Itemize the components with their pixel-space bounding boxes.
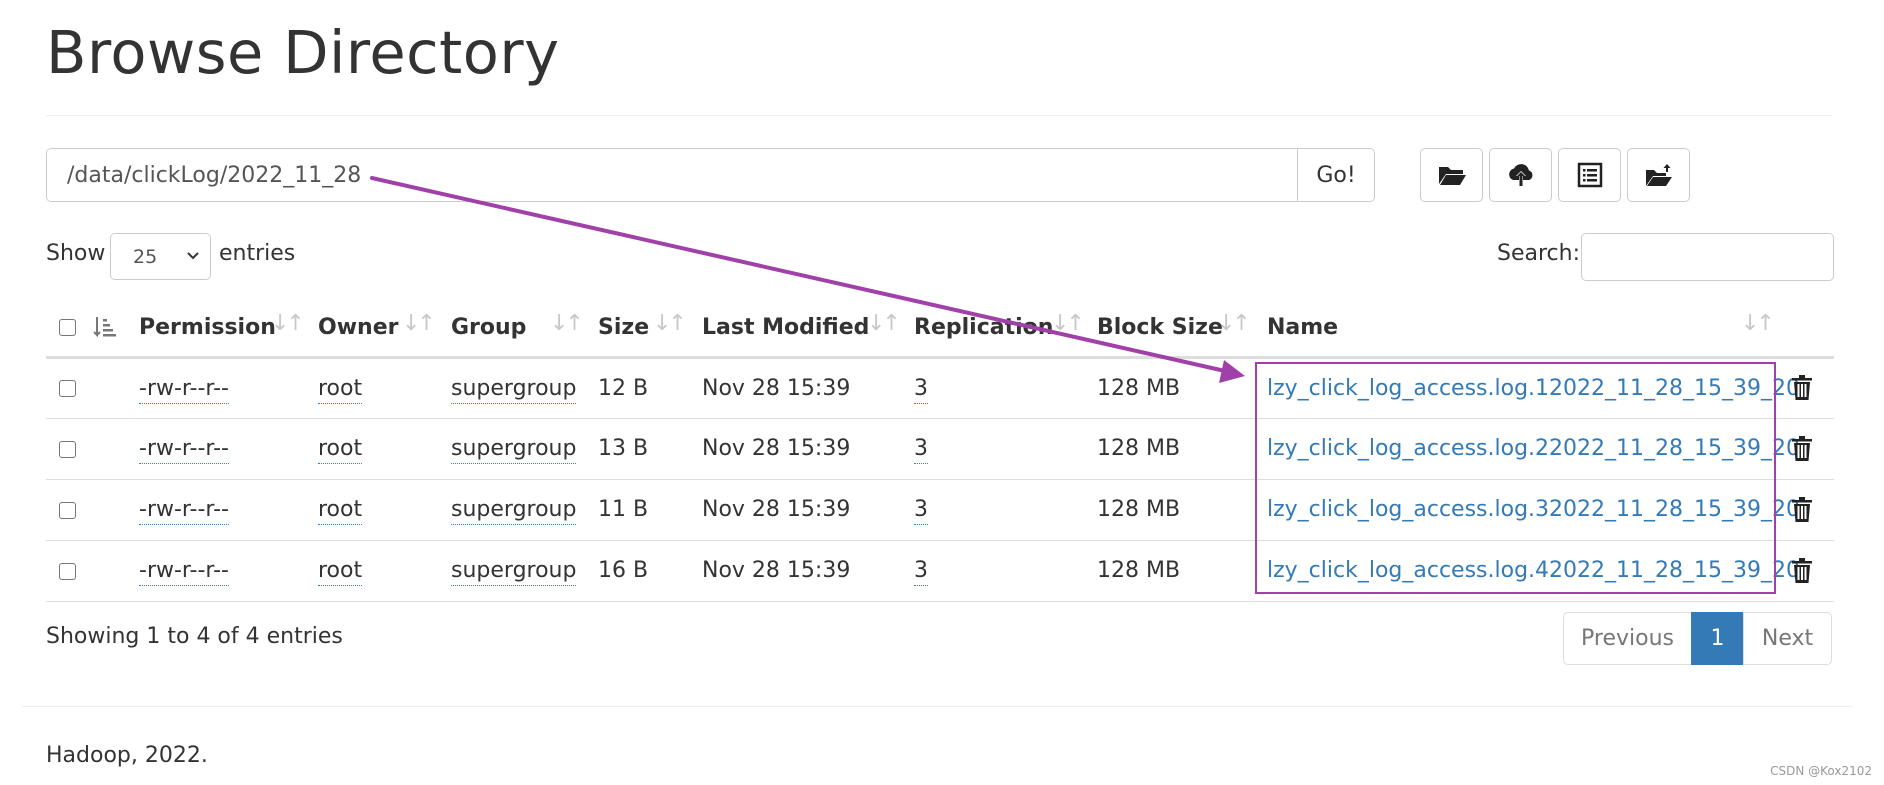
trash-icon[interactable] xyxy=(1791,375,1813,401)
go-button[interactable]: Go! xyxy=(1297,149,1374,201)
sort-icon: ↓↑ xyxy=(1051,311,1085,336)
column-header-replication[interactable]: Replication ↓↑ xyxy=(914,299,1097,357)
upload-button[interactable] xyxy=(1489,148,1552,202)
table-header-row: Permission ↓↑ Owner ↓↑ Group ↓↑ Size ↓↑ Last… xyxy=(46,299,1834,357)
sort-icon: ↓↑ xyxy=(1217,311,1251,336)
list-alt-icon xyxy=(1577,162,1602,188)
sort-amount-icon[interactable] xyxy=(92,316,118,340)
select-all-header xyxy=(46,299,139,357)
cloud-upload-icon xyxy=(1508,164,1532,186)
size-cell: 16 B xyxy=(598,558,649,583)
entries-per-page-select[interactable]: 25 xyxy=(110,233,211,280)
table-info-text: Showing 1 to 4 of 4 entries xyxy=(46,624,343,649)
size-cell: 13 B xyxy=(598,436,649,461)
block-size-cell: 128 MB xyxy=(1097,375,1181,401)
entries-per-page-value: 25 xyxy=(133,245,158,268)
permission-cell[interactable]: -rw-r--r-- xyxy=(139,558,229,586)
create-folder-button[interactable] xyxy=(1627,148,1690,202)
permission-cell[interactable]: -rw-r--r-- xyxy=(139,497,229,525)
sort-icon: ↓↑ xyxy=(402,311,436,336)
column-header-owner[interactable]: Owner ↓↑ xyxy=(318,299,451,357)
column-header-group[interactable]: Group ↓↑ xyxy=(451,299,598,357)
chevron-down-icon xyxy=(187,252,199,260)
replication-cell[interactable]: 3 xyxy=(914,558,928,586)
owner-cell[interactable]: root xyxy=(318,558,363,586)
row-checkbox[interactable] xyxy=(59,501,76,519)
annotation-highlight-box xyxy=(1255,362,1776,594)
row-checkbox[interactable] xyxy=(59,380,76,397)
group-cell[interactable]: supergroup xyxy=(451,436,577,464)
permission-cell[interactable]: -rw-r--r-- xyxy=(139,436,229,464)
owner-cell[interactable]: root xyxy=(318,497,363,525)
entries-label: entries xyxy=(219,241,296,266)
last-modified-cell: Nov 28 15:39 xyxy=(702,375,851,401)
pagination: Previous 1 Next xyxy=(1563,612,1832,665)
next-page-button[interactable]: Next xyxy=(1743,612,1832,665)
column-header-size[interactable]: Size ↓↑ xyxy=(598,299,702,357)
block-size-cell: 128 MB xyxy=(1097,436,1181,461)
trash-icon[interactable] xyxy=(1791,557,1813,584)
list-button[interactable] xyxy=(1558,148,1621,202)
watermark: CSDN @Kox2102 xyxy=(1770,764,1872,778)
owner-cell[interactable]: root xyxy=(318,375,363,404)
last-modified-cell: Nov 28 15:39 xyxy=(702,558,851,583)
footer-text: Hadoop, 2022. xyxy=(46,743,208,768)
sort-icon: ↓↑ xyxy=(1741,311,1775,336)
last-modified-cell: Nov 28 15:39 xyxy=(702,497,851,522)
sort-icon: ↓↑ xyxy=(271,311,305,336)
last-modified-cell: Nov 28 15:39 xyxy=(702,436,851,461)
replication-cell[interactable]: 3 xyxy=(914,497,928,525)
group-cell[interactable]: supergroup xyxy=(451,497,577,525)
footer-divider xyxy=(22,706,1852,707)
sort-icon: ↓↑ xyxy=(867,311,901,336)
group-cell[interactable]: supergroup xyxy=(451,375,577,404)
column-header-block-size[interactable]: Block Size ↓↑ xyxy=(1097,299,1267,357)
path-input-group: Go! xyxy=(46,148,1375,202)
trash-icon[interactable] xyxy=(1791,496,1813,523)
permission-cell[interactable]: -rw-r--r-- xyxy=(139,375,229,404)
size-cell: 11 B xyxy=(598,497,649,522)
column-header-permission[interactable]: Permission ↓↑ xyxy=(139,299,318,357)
title-divider xyxy=(46,115,1832,116)
select-all-checkbox[interactable] xyxy=(59,319,76,337)
folder-open-icon xyxy=(1438,167,1466,185)
column-header-actions xyxy=(1779,299,1834,357)
trash-icon[interactable] xyxy=(1791,435,1813,462)
owner-cell[interactable]: root xyxy=(318,436,363,464)
page-title: Browse Directory xyxy=(46,18,560,87)
block-size-cell: 128 MB xyxy=(1097,497,1181,522)
sort-icon: ↓↑ xyxy=(653,311,687,336)
current-page-button[interactable]: 1 xyxy=(1691,612,1744,665)
size-cell: 12 B xyxy=(598,375,649,401)
search-input[interactable] xyxy=(1581,233,1834,281)
column-header-name[interactable]: Name ↓↑ xyxy=(1267,299,1779,357)
block-size-cell: 128 MB xyxy=(1097,558,1181,583)
folder-open-button[interactable] xyxy=(1420,148,1483,202)
previous-page-button[interactable]: Previous xyxy=(1563,612,1692,665)
group-cell[interactable]: supergroup xyxy=(451,558,577,586)
row-checkbox[interactable] xyxy=(59,440,76,458)
search-label: Search: xyxy=(1497,241,1580,266)
replication-cell[interactable]: 3 xyxy=(914,375,928,404)
column-header-last-modified[interactable]: Last Modified ↓↑ xyxy=(702,299,914,357)
sort-icon: ↓↑ xyxy=(550,311,584,336)
replication-cell[interactable]: 3 xyxy=(914,436,928,464)
folder-upload-icon xyxy=(1645,164,1672,186)
show-label: Show xyxy=(46,241,106,266)
row-checkbox[interactable] xyxy=(59,562,76,580)
directory-path-input[interactable] xyxy=(47,149,1297,201)
